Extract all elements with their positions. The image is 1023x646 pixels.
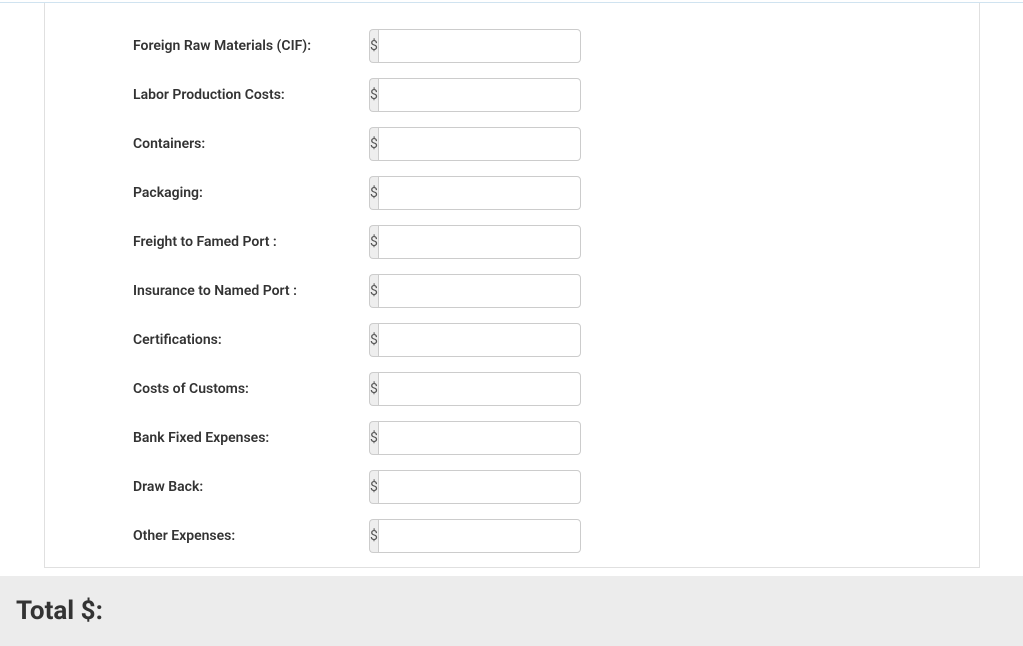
label-certifications: Certifications: <box>133 332 369 348</box>
currency-prefix: $ <box>369 421 378 455</box>
input-group-other-expenses: $ <box>369 519 577 553</box>
row-draw-back: Draw Back: $ <box>45 462 979 511</box>
row-labor-production-costs: Labor Production Costs: $ <box>45 70 979 119</box>
input-insurance-to-named-port[interactable] <box>378 274 581 308</box>
input-certifications[interactable] <box>378 323 581 357</box>
currency-prefix: $ <box>369 323 378 357</box>
input-freight-to-famed-port[interactable] <box>378 225 581 259</box>
input-group-certifications: $ <box>369 323 577 357</box>
label-labor-production-costs: Labor Production Costs: <box>133 87 369 103</box>
row-foreign-raw-materials: Foreign Raw Materials (CIF): $ <box>45 21 979 70</box>
input-group-draw-back: $ <box>369 470 577 504</box>
currency-prefix: $ <box>369 78 378 112</box>
input-bank-fixed-expenses[interactable] <box>378 421 581 455</box>
row-insurance-to-named-port: Insurance to Named Port : $ <box>45 266 979 315</box>
label-packaging: Packaging: <box>133 185 369 201</box>
currency-prefix: $ <box>369 274 378 308</box>
total-label: Total $: <box>16 596 103 626</box>
cost-form-panel: Foreign Raw Materials (CIF): $ Labor Pro… <box>44 3 980 568</box>
input-group-bank-fixed-expenses: $ <box>369 421 577 455</box>
input-other-expenses[interactable] <box>378 519 581 553</box>
row-containers: Containers: $ <box>45 119 979 168</box>
label-draw-back: Draw Back: <box>133 479 369 495</box>
input-draw-back[interactable] <box>378 470 581 504</box>
row-bank-fixed-expenses: Bank Fixed Expenses: $ <box>45 413 979 462</box>
input-group-freight-to-famed-port: $ <box>369 225 577 259</box>
label-costs-of-customs: Costs of Customs: <box>133 381 369 397</box>
label-bank-fixed-expenses: Bank Fixed Expenses: <box>133 430 369 446</box>
row-certifications: Certifications: $ <box>45 315 979 364</box>
label-foreign-raw-materials: Foreign Raw Materials (CIF): <box>133 38 369 54</box>
row-packaging: Packaging: $ <box>45 168 979 217</box>
total-bar: Total $: <box>0 576 1023 646</box>
input-group-labor-production-costs: $ <box>369 78 577 112</box>
currency-prefix: $ <box>369 127 378 161</box>
input-containers[interactable] <box>378 127 581 161</box>
input-group-costs-of-customs: $ <box>369 372 577 406</box>
currency-prefix: $ <box>369 470 378 504</box>
input-costs-of-customs[interactable] <box>378 372 581 406</box>
input-foreign-raw-materials[interactable] <box>378 29 581 63</box>
currency-prefix: $ <box>369 519 378 553</box>
input-group-insurance-to-named-port: $ <box>369 274 577 308</box>
currency-prefix: $ <box>369 176 378 210</box>
currency-prefix: $ <box>369 372 378 406</box>
input-group-foreign-raw-materials: $ <box>369 29 577 63</box>
row-other-expenses: Other Expenses: $ <box>45 511 979 560</box>
label-other-expenses: Other Expenses: <box>133 528 369 544</box>
label-containers: Containers: <box>133 136 369 152</box>
label-insurance-to-named-port: Insurance to Named Port : <box>133 283 369 299</box>
row-costs-of-customs: Costs of Customs: $ <box>45 364 979 413</box>
currency-prefix: $ <box>369 29 378 63</box>
input-group-containers: $ <box>369 127 577 161</box>
row-freight-to-famed-port: Freight to Famed Port : $ <box>45 217 979 266</box>
label-freight-to-famed-port: Freight to Famed Port : <box>133 234 369 250</box>
input-group-packaging: $ <box>369 176 577 210</box>
currency-prefix: $ <box>369 225 378 259</box>
input-packaging[interactable] <box>378 176 581 210</box>
input-labor-production-costs[interactable] <box>378 78 581 112</box>
